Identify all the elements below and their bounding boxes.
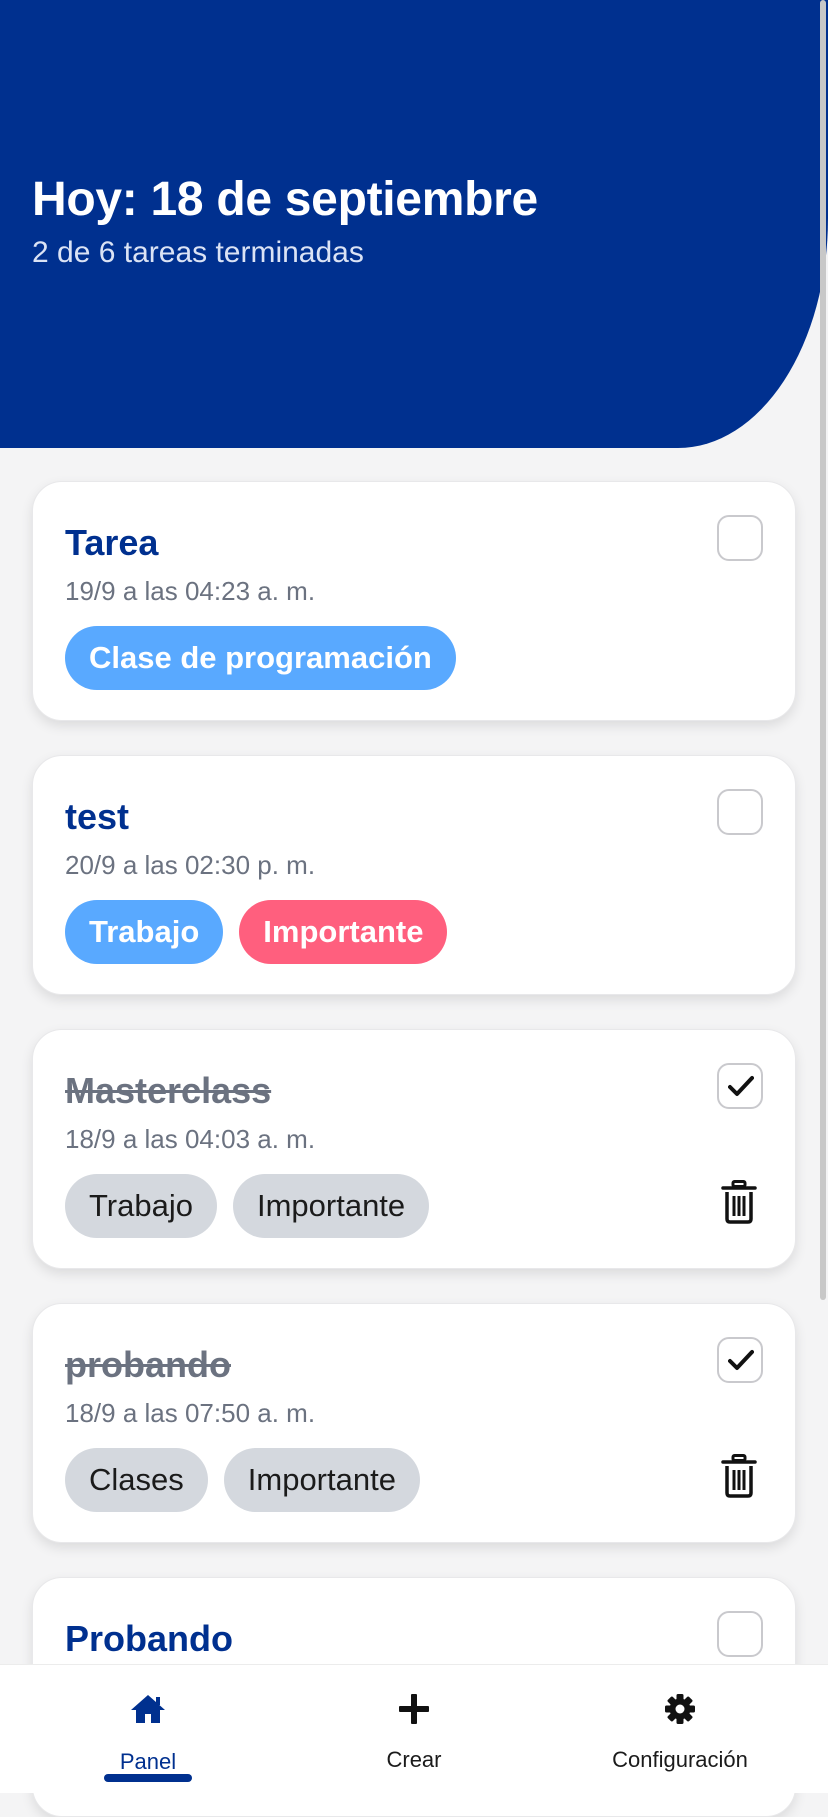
task-card[interactable]: probando 18/9 a las 07:50 a. m. Clases I… <box>32 1303 796 1543</box>
trash-icon[interactable] <box>721 1454 757 1498</box>
task-checkbox[interactable] <box>717 1337 763 1383</box>
header-banner: Hoy: 18 de septiembre 2 de 6 tareas term… <box>0 0 828 448</box>
tag-list: Clases Importante <box>65 1448 420 1512</box>
task-checkbox[interactable] <box>717 1611 763 1657</box>
tag-list: Trabajo Importante <box>65 1174 430 1238</box>
task-title: Probando <box>65 1618 233 1659</box>
check-icon <box>728 1076 754 1096</box>
task-checkbox[interactable] <box>717 789 763 835</box>
page-title: Hoy: 18 de septiembre <box>32 173 538 226</box>
home-icon <box>131 1695 165 1723</box>
task-title: Tarea <box>65 522 159 563</box>
task-card[interactable]: Tarea 19/9 a las 04:23 a. m. Clase de pr… <box>32 481 796 721</box>
task-date: 18/9 a las 04:03 a. m. <box>65 1124 316 1154</box>
tag-chip: Clase de programación <box>65 626 456 690</box>
scrollbar[interactable] <box>820 0 826 1300</box>
nav-label: Configuración <box>612 1747 748 1772</box>
check-icon <box>728 1350 754 1370</box>
tag-list: Clase de programación <box>65 626 456 690</box>
progress-summary: 2 de 6 tareas terminadas <box>32 236 364 269</box>
nav-label: Crear <box>386 1747 442 1772</box>
plus-icon <box>399 1694 429 1724</box>
task-date: 20/9 a las 02:30 p. m. <box>65 850 316 880</box>
gear-icon <box>665 1694 695 1724</box>
tag-list: Trabajo Importante <box>65 900 448 964</box>
tag-chip: Trabajo <box>65 1174 217 1238</box>
task-card[interactable]: Masterclass 18/9 a las 04:03 a. m. Traba… <box>32 1029 796 1269</box>
task-checkbox[interactable] <box>717 1063 763 1109</box>
tag-chip: Importante <box>223 1448 420 1512</box>
tag-chip: Importante <box>239 900 448 964</box>
active-tab-indicator <box>104 1774 192 1782</box>
nav-item-crear[interactable]: Crear <box>354 1665 474 1793</box>
tag-chip: Trabajo <box>65 900 224 964</box>
nav-label: Panel <box>119 1749 177 1774</box>
task-date: 19/9 a las 04:23 a. m. <box>65 576 316 606</box>
tag-chip: Importante <box>232 1174 430 1238</box>
task-card[interactable]: test 20/9 a las 02:30 p. m. Trabajo Impo… <box>32 755 796 995</box>
task-title: probando <box>65 1344 231 1385</box>
nav-item-configuracion[interactable]: Configuración <box>598 1665 762 1793</box>
task-date: 18/9 a las 07:50 a. m. <box>65 1398 316 1428</box>
task-title: test <box>65 796 130 837</box>
trash-icon[interactable] <box>721 1180 757 1224</box>
task-checkbox[interactable] <box>717 515 763 561</box>
tag-chip: Clases <box>65 1448 208 1512</box>
task-title: Masterclass <box>65 1070 272 1111</box>
